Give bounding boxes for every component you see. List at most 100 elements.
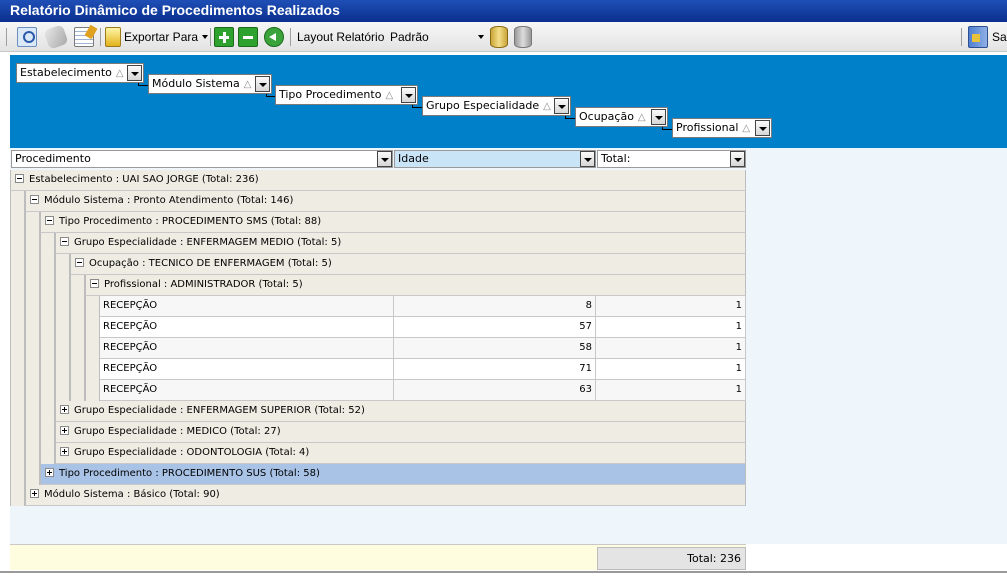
group-row-label: Grupo Especialidade : ODONTOLOGIA (Total…: [74, 447, 310, 458]
group-field-label: Grupo Especialidade: [426, 99, 540, 112]
group-indent: [10, 191, 25, 506]
chevron-down-icon[interactable]: [730, 151, 745, 167]
cell-idade: 57: [394, 317, 596, 337]
save-layout-icon[interactable]: [490, 26, 508, 48]
exit-button[interactable]: Sa: [968, 26, 1007, 48]
table-row[interactable]: RECEPÇÃO 57 1: [100, 317, 746, 338]
expand-icon[interactable]: [60, 425, 69, 435]
collapse-icon[interactable]: [15, 173, 24, 183]
chevron-down-icon[interactable]: [580, 151, 595, 167]
table-row[interactable]: RECEPÇÃO 63 1: [100, 380, 746, 401]
bottom-border: [0, 571, 1007, 573]
column-header-label: Idade: [398, 152, 429, 165]
group-row-label: Módulo Sistema : Básico (Total: 90): [44, 489, 220, 500]
collapse-icon[interactable]: [75, 257, 84, 267]
chevron-down-icon[interactable]: [755, 120, 770, 136]
group-field-modulo-sistema[interactable]: Módulo Sistema △: [148, 74, 272, 94]
group-indent: [25, 212, 40, 485]
column-header-procedimento[interactable]: Procedimento: [11, 150, 393, 168]
chevron-down-icon[interactable]: [377, 151, 392, 167]
sort-icon: △: [543, 101, 551, 112]
group-field-estabelecimento[interactable]: Estabelecimento △: [16, 63, 144, 83]
chevron-down-icon[interactable]: [401, 87, 416, 103]
group-field-label: Profissional: [676, 121, 739, 134]
eraser-icon[interactable]: [43, 24, 69, 50]
collapse-icon[interactable]: [30, 194, 39, 204]
expand-all-icon[interactable]: [214, 27, 234, 47]
cell-procedimento: RECEPÇÃO: [100, 338, 394, 358]
group-indent: [85, 296, 100, 401]
layout-label: Layout Relatório: [297, 30, 385, 44]
cell-procedimento: RECEPÇÃO: [100, 359, 394, 379]
cell-idade: 58: [394, 338, 596, 358]
group-row-label: Módulo Sistema : Pronto Atendimento (Tot…: [44, 195, 294, 206]
search-icon[interactable]: [17, 27, 37, 47]
exit-icon: [968, 26, 988, 48]
sort-icon: △: [243, 79, 252, 90]
collapse-icon[interactable]: [60, 236, 69, 246]
group-indent: [40, 233, 55, 464]
collapse-all-icon[interactable]: [238, 27, 258, 47]
sort-icon: △: [637, 112, 646, 123]
group-row[interactable]: Grupo Especialidade : ENFERMAGEM SUPERIO…: [55, 401, 746, 422]
group-row[interactable]: Tipo Procedimento : PROCEDIMENTO SMS (To…: [40, 212, 746, 233]
toolbar-separator: [100, 28, 101, 46]
chevron-down-icon[interactable]: [554, 98, 569, 114]
group-row-label: Grupo Especialidade : ENFERMAGEM SUPERIO…: [74, 405, 365, 416]
expand-icon[interactable]: [45, 467, 54, 477]
grid-edit-icon[interactable]: [74, 27, 94, 47]
group-row[interactable]: Grupo Especialidade : MEDICO (Total: 27): [55, 422, 746, 443]
chevron-down-icon[interactable]: [127, 65, 142, 81]
column-header-total[interactable]: Total:: [597, 150, 746, 168]
group-row-label: Tipo Procedimento : PROCEDIMENTO SUS (To…: [59, 468, 320, 479]
cell-idade: 8: [394, 296, 596, 316]
group-row[interactable]: Módulo Sistema : Básico (Total: 90): [25, 485, 746, 506]
delete-layout-icon[interactable]: [514, 26, 532, 48]
left-border: [0, 55, 10, 575]
table-row[interactable]: RECEPÇÃO 8 1: [100, 296, 746, 317]
group-indent: [70, 275, 85, 401]
sort-icon: △: [742, 123, 751, 134]
group-field-profissional[interactable]: Profissional △: [672, 118, 772, 138]
group-row-label: Estabelecimento : UAI SAO JORGE (Total: …: [29, 174, 259, 185]
group-row[interactable]: Ocupação : TECNICO DE ENFERMAGEM (Total:…: [70, 254, 746, 275]
group-field-ocupacao[interactable]: Ocupação △: [575, 107, 668, 127]
column-header-label: Total:: [601, 152, 631, 165]
cell-procedimento: RECEPÇÃO: [100, 380, 394, 400]
layout-select[interactable]: Padrão: [388, 27, 486, 47]
cell-idade: 63: [394, 380, 596, 400]
export-icon: [105, 27, 121, 47]
column-header-idade[interactable]: Idade: [394, 150, 596, 168]
group-row[interactable]: Grupo Especialidade : ODONTOLOGIA (Total…: [55, 443, 746, 464]
group-row-label: Grupo Especialidade : MEDICO (Total: 27): [74, 426, 281, 437]
cell-procedimento: RECEPÇÃO: [100, 317, 394, 337]
expand-icon[interactable]: [60, 404, 69, 414]
toolbar-separator: [6, 28, 7, 46]
collapse-icon[interactable]: [45, 215, 54, 225]
collapse-icon[interactable]: [90, 278, 99, 288]
expand-icon[interactable]: [30, 488, 39, 498]
group-field-label: Módulo Sistema: [152, 77, 240, 90]
table-row[interactable]: RECEPÇÃO 58 1: [100, 338, 746, 359]
group-field-grupo-especialidade[interactable]: Grupo Especialidade △: [422, 96, 571, 116]
export-label: Exportar Para: [124, 30, 199, 44]
report-window: Relatório Dinâmico de Procedimentos Real…: [0, 0, 1007, 580]
chevron-down-icon[interactable]: [651, 109, 666, 125]
sort-icon: △: [385, 90, 394, 101]
toolbar-separator: [290, 28, 291, 46]
group-row[interactable]: Grupo Especialidade : ENFERMAGEM MEDIO (…: [55, 233, 746, 254]
export-button[interactable]: Exportar Para: [105, 26, 209, 48]
group-row[interactable]: Módulo Sistema : Pronto Atendimento (Tot…: [25, 191, 746, 212]
group-row[interactable]: Profissional : ADMINISTRADOR (Total: 5): [85, 275, 746, 296]
expand-icon[interactable]: [60, 446, 69, 456]
group-row[interactable]: Estabelecimento : UAI SAO JORGE (Total: …: [10, 170, 746, 191]
group-field-label: Tipo Procedimento: [279, 88, 382, 101]
chevron-down-icon[interactable]: [255, 76, 270, 92]
cell-total: 1: [596, 296, 746, 316]
group-field-tipo-procedimento[interactable]: Tipo Procedimento △: [275, 85, 418, 105]
group-row-label: Grupo Especialidade : ENFERMAGEM MEDIO (…: [74, 237, 342, 248]
back-icon[interactable]: [264, 27, 284, 47]
sort-icon: △: [115, 68, 124, 79]
table-row[interactable]: RECEPÇÃO 71 1: [100, 359, 746, 380]
group-row-selected[interactable]: Tipo Procedimento : PROCEDIMENTO SUS (To…: [40, 464, 746, 485]
